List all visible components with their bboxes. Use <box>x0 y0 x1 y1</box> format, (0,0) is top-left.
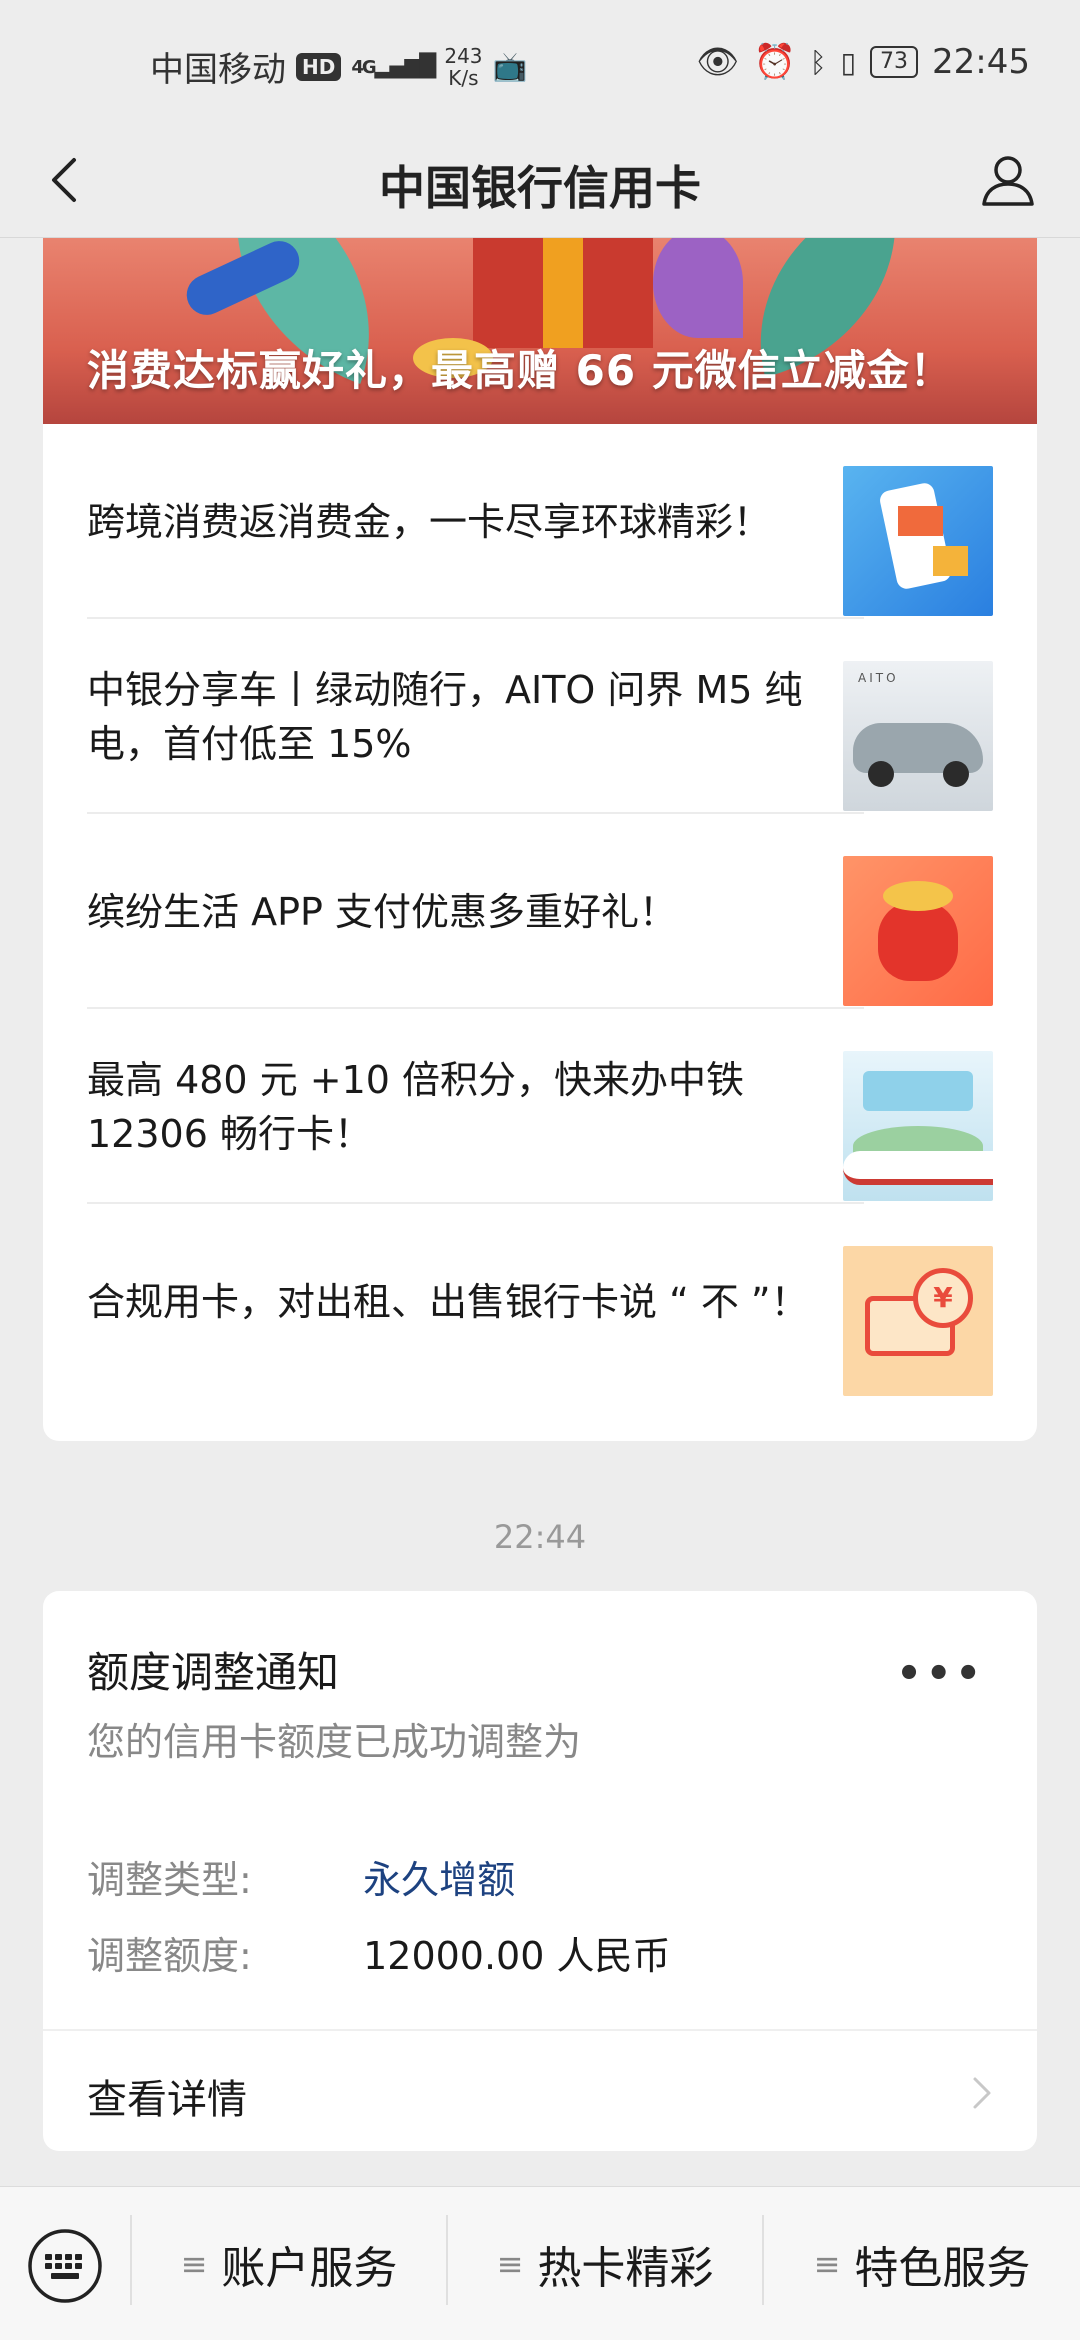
network-speed: 243 K/s <box>444 45 482 89</box>
list-item-text: 缤纷生活 APP 支付优惠多重好礼！ <box>87 889 677 934</box>
list-item[interactable]: 缤纷生活 APP 支付优惠多重好礼！ <box>43 814 1037 1009</box>
view-details-link[interactable]: 查看详情 <box>87 2067 247 2125</box>
menu-account-services[interactable]: ≡ 账户服务 <box>132 2187 446 2340</box>
status-left: 中国移动 HD 4G▂▄▆█ 243 K/s 📺 <box>150 42 527 91</box>
money-bag-icon <box>843 856 993 1006</box>
adjust-type-label: 调整类型: <box>87 1858 252 1902</box>
banner-text: 消费达标赢好礼，最高赠 66 元微信立减金！ <box>87 346 953 395</box>
menu-featured-services[interactable]: ≡ 特色服务 <box>764 2187 1080 2340</box>
signal-icon: 4G▂▄▆█ <box>351 54 436 79</box>
adjust-amount-value: 12000.00 人民币 <box>363 1934 671 1978</box>
bluetooth-icon: ᛒ <box>809 45 827 79</box>
alarm-icon: ⏰ <box>753 42 796 82</box>
banner-leaf-decoration <box>653 238 743 338</box>
list-item[interactable]: 合规用卡，对出租、出售银行卡说 “ 不 ”！ ¥ <box>43 1204 1037 1399</box>
notification-card[interactable]: 额度调整通知 ••• 您的信用卡额度已成功调整为 调整类型: 永久增额 调整额度… <box>43 1591 1037 2151</box>
menu-label: 账户服务 <box>221 2243 398 2294</box>
clock: 22:45 <box>932 42 1030 82</box>
divider <box>43 2029 1037 2031</box>
bottom-menu-bar: ≡ 账户服务 ≡ 热卡精彩 ≡ 特色服务 <box>0 2186 1080 2340</box>
speed-value: 243 <box>444 43 483 68</box>
user-profile-icon[interactable] <box>976 148 1040 212</box>
list-item[interactable]: 跨境消费返消费金，一卡尽享环球精彩！ <box>43 424 1037 619</box>
menu-lines-icon: ≡ <box>496 2245 524 2283</box>
yen-card-icon: ¥ <box>843 1246 993 1396</box>
vibrate-icon: ▯ <box>840 45 857 79</box>
battery-level: 73 <box>880 49 909 74</box>
menu-lines-icon: ≡ <box>813 2245 841 2283</box>
carrier-name: 中国移动 <box>150 50 286 90</box>
battery-icon: 73 <box>870 46 919 78</box>
menu-label: 热卡精彩 <box>537 2243 714 2294</box>
nav-bar: 中国银行信用卡 <box>0 130 1080 238</box>
adjust-amount-label: 调整额度: <box>87 1934 252 1978</box>
eye-icon: 👁 <box>696 42 740 82</box>
status-bar: 中国移动 HD 4G▂▄▆█ 243 K/s 📺 👁 ⏰ ᛒ ▯ 73 22:4… <box>0 0 1080 130</box>
page-title: 中国银行信用卡 <box>379 161 701 215</box>
hd-badge: HD <box>296 52 342 81</box>
chevron-right-icon <box>973 2077 991 2109</box>
car-brand-label: AITO <box>858 671 899 685</box>
adjust-amount-row: 调整额度: 12000.00 人民币 <box>87 1925 671 1980</box>
article-list: 跨境消费返消费金，一卡尽享环球精彩！ 中银分享车丨绿动随行，AITO 问界 M5… <box>43 424 1037 1399</box>
gift-ribbon-illustration <box>543 238 583 348</box>
train-card-thumbnail <box>843 1051 993 1201</box>
network-type: 4G <box>351 57 376 78</box>
keyboard-icon[interactable] <box>26 2227 104 2305</box>
promo-banner[interactable]: 消费达标赢好礼，最高赠 66 元微信立减金！ <box>43 238 1037 424</box>
menu-label: 特色服务 <box>854 2243 1031 2294</box>
list-item[interactable]: 最高 480 元 +10 倍积分，快来办中铁 12306 畅行卡！ <box>43 1009 1037 1204</box>
list-item[interactable]: 中银分享车丨绿动随行，AITO 问界 M5 纯电，首付低至 15% AITO <box>43 619 1037 814</box>
more-options-icon[interactable]: ••• <box>896 1651 985 1697</box>
list-item-text: 合规用卡，对出租、出售银行卡说 “ 不 ”！ <box>87 1279 809 1324</box>
menu-hot-cards[interactable]: ≡ 热卡精彩 <box>448 2187 762 2340</box>
tv-icon: 📺 <box>492 50 528 83</box>
list-item-text: 中银分享车丨绿动随行，AITO 问界 M5 纯电，首付低至 15% <box>87 667 803 766</box>
adjust-type-row: 调整类型: 永久增额 <box>87 1849 515 1904</box>
menu-lines-icon: ≡ <box>180 2245 208 2283</box>
adjust-type-value: 永久增额 <box>363 1858 516 1902</box>
list-item-text: 跨境消费返消费金，一卡尽享环球精彩！ <box>87 499 772 544</box>
article-card: 消费达标赢好礼，最高赠 66 元微信立减金！ 跨境消费返消费金，一卡尽享环球精彩… <box>43 238 1037 1441</box>
car-thumbnail: AITO <box>843 661 993 811</box>
message-timestamp: 22:44 <box>493 1518 587 1556</box>
notification-subtitle: 您的信用卡额度已成功调整为 <box>87 1720 582 1764</box>
shopping-phone-icon <box>843 466 993 616</box>
notification-title: 额度调整通知 <box>87 1648 340 1697</box>
status-right: 👁 ⏰ ᛒ ▯ 73 22:45 <box>696 42 1030 82</box>
list-item-text: 最高 480 元 +10 倍积分，快来办中铁 12306 畅行卡！ <box>87 1057 745 1156</box>
speed-unit: K/s <box>448 65 479 90</box>
